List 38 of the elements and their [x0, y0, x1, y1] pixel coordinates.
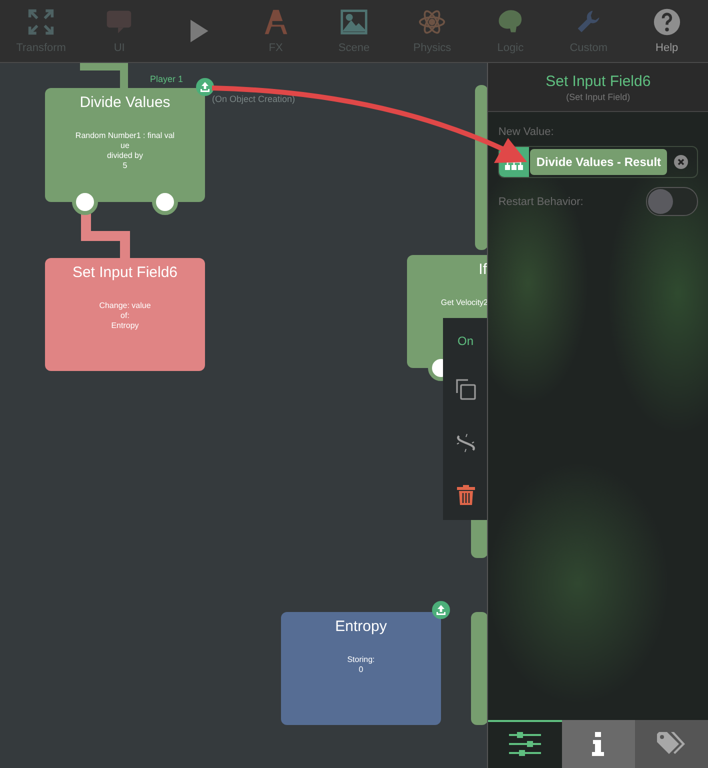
copy-button[interactable] [454, 378, 476, 400]
panel-tab[interactable] [634, 720, 708, 768]
node-description: Get Velocity2 [440, 298, 488, 308]
clear-icon[interactable] [674, 155, 688, 169]
node-description: Storing: 0 [347, 655, 375, 675]
toolbar-button[interactable]: Help [628, 0, 706, 62]
upload-icon[interactable] [432, 601, 450, 619]
field-label: Restart Behavior: [498, 196, 584, 208]
value-chip[interactable]: Divide Values - Result [530, 149, 668, 175]
tags-icon [657, 732, 686, 756]
value-field[interactable]: Divide Values - Result [498, 146, 698, 178]
upload-icon[interactable] [196, 78, 214, 96]
node-title: Divide Values [80, 94, 170, 111]
node-description: Random Number1 : final val ue divided by 5 [75, 131, 175, 171]
broken-link-icon [454, 432, 476, 454]
field-label: New Value: [498, 126, 555, 138]
sliders-icon [508, 732, 541, 756]
event-label: (On Object Creation) [212, 94, 296, 104]
connector-line [80, 63, 128, 88]
node-title: Entropy [335, 618, 387, 635]
panel-subtitle: (Set Input Field) [566, 92, 630, 102]
on-toggle[interactable]: On [457, 334, 474, 348]
logic-node[interactable]: Set Input Field6 Change: value of: Entropy [45, 258, 205, 371]
connector-line [81, 213, 130, 258]
info-icon [592, 732, 604, 756]
logic-node[interactable]: Entropy Storing: 0 [281, 612, 441, 725]
copy-icon [454, 378, 476, 400]
panel-tab[interactable] [562, 720, 635, 768]
logic-node[interactable]: Divide Values Random Number1 : final val ue divided by 5 [45, 88, 205, 202]
node-description: Change: value of: Entropy [99, 301, 151, 331]
trash-icon [456, 484, 474, 504]
object-name: Player 1 [150, 74, 184, 84]
delete-button[interactable] [456, 484, 474, 504]
node-title: If [478, 261, 487, 278]
toggle-switch[interactable] [646, 187, 698, 216]
unlink-button[interactable] [454, 432, 476, 454]
node-title: Set Input Field6 [72, 264, 178, 281]
panel-title: Set Input Field6 [546, 72, 651, 90]
